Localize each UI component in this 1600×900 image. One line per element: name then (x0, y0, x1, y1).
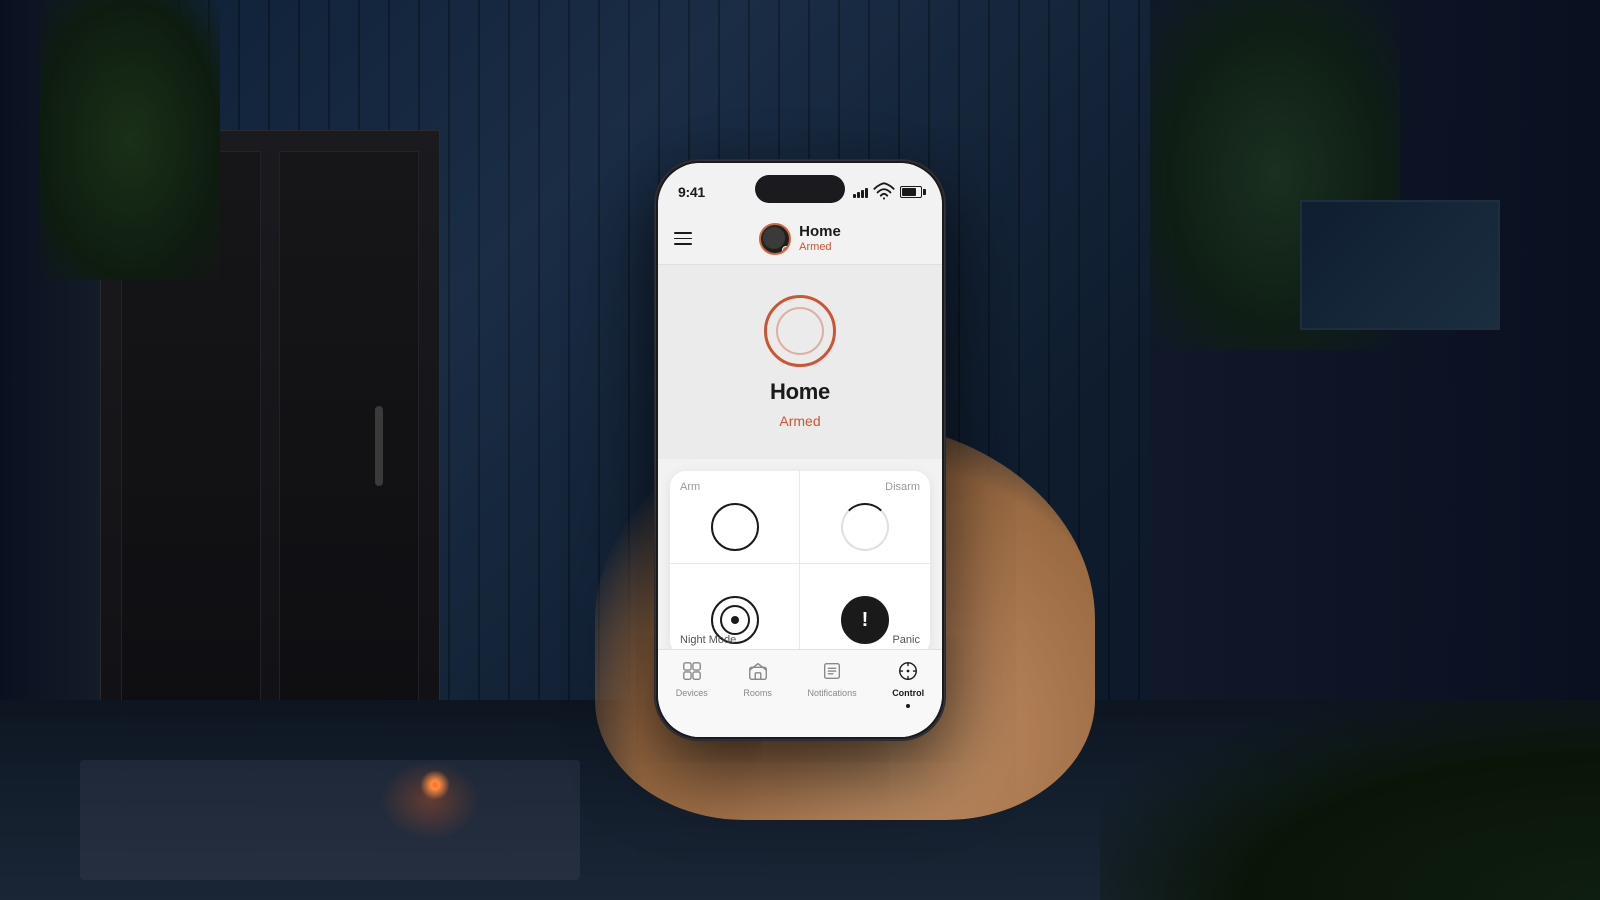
bottom-nav: Devices Rooms (658, 649, 942, 737)
header-location: Home (799, 224, 841, 241)
avatar (759, 223, 791, 255)
dynamic-island (755, 175, 845, 203)
arm-button[interactable]: Arm (670, 471, 800, 564)
notifications-icon (819, 658, 845, 684)
controls-card: Arm Disarm (670, 471, 930, 649)
arm-label: Arm (680, 481, 700, 493)
phone-wrapper: 9:41 (655, 160, 945, 740)
night-mode-label: Night Mode (680, 634, 736, 646)
nav-item-rooms[interactable]: Rooms (735, 658, 780, 698)
alarm-status-section: Home Armed (658, 265, 942, 459)
header-text: Home Armed (799, 224, 841, 253)
alarm-ring[interactable] (764, 295, 836, 367)
nav-label-notifications: Notifications (808, 688, 857, 698)
signal-bar-1 (853, 194, 856, 198)
arm-icon (711, 503, 759, 551)
ground-light (420, 770, 450, 800)
panic-icon: ! (841, 596, 889, 644)
path-stones (80, 760, 580, 880)
target-inner (720, 605, 750, 635)
status-icons (853, 181, 922, 203)
app-header: Home Armed (658, 213, 942, 265)
battery-fill (902, 188, 916, 196)
header-center: Home Armed (759, 223, 841, 255)
controls-grid: Arm Disarm (670, 471, 930, 649)
alarm-home-label: Home (770, 379, 830, 405)
signal-bar-2 (857, 192, 860, 198)
nav-label-rooms: Rooms (743, 688, 772, 698)
door-handle (375, 406, 383, 486)
disarm-button[interactable]: Disarm (800, 471, 930, 564)
alarm-ring-inner (776, 307, 824, 355)
tree-left (40, 0, 220, 280)
right-window (1300, 200, 1500, 330)
devices-icon (679, 658, 705, 684)
wifi-icon (873, 181, 895, 203)
disarm-icon (841, 503, 889, 551)
rooms-icon (745, 658, 771, 684)
nav-item-notifications[interactable]: Notifications (800, 658, 865, 698)
phone-screen: 9:41 (658, 163, 942, 737)
exclamation-icon: ! (862, 610, 869, 630)
signal-bar-4 (865, 188, 868, 198)
menu-line-2 (674, 238, 692, 240)
avatar-inner (763, 227, 785, 249)
signal-bar-3 (861, 190, 864, 198)
nav-label-control: Control (892, 688, 924, 698)
signal-bars-icon (853, 186, 868, 198)
alarm-state-label: Armed (779, 413, 820, 429)
main-content: Home Armed Arm Disarm (658, 265, 942, 649)
menu-line-3 (674, 243, 692, 245)
disarm-label: Disarm (885, 481, 920, 493)
nav-label-devices: Devices (676, 688, 708, 698)
phone-frame: 9:41 (655, 160, 945, 740)
control-icon (895, 658, 921, 684)
night-mode-button[interactable]: Night Mode (670, 564, 800, 649)
header-status: Armed (799, 241, 831, 253)
panic-label: Panic (892, 634, 920, 646)
avatar-status-dot (782, 246, 790, 254)
shrubs (1100, 700, 1600, 900)
menu-button[interactable] (674, 232, 692, 245)
panic-button[interactable]: ! Panic (800, 564, 930, 649)
nav-active-dot (906, 704, 910, 708)
menu-line-1 (674, 232, 692, 234)
status-time: 9:41 (678, 184, 705, 200)
nav-item-control[interactable]: Control (884, 658, 932, 708)
nav-item-devices[interactable]: Devices (668, 658, 716, 698)
door-right (279, 151, 419, 741)
battery-icon (900, 186, 922, 198)
